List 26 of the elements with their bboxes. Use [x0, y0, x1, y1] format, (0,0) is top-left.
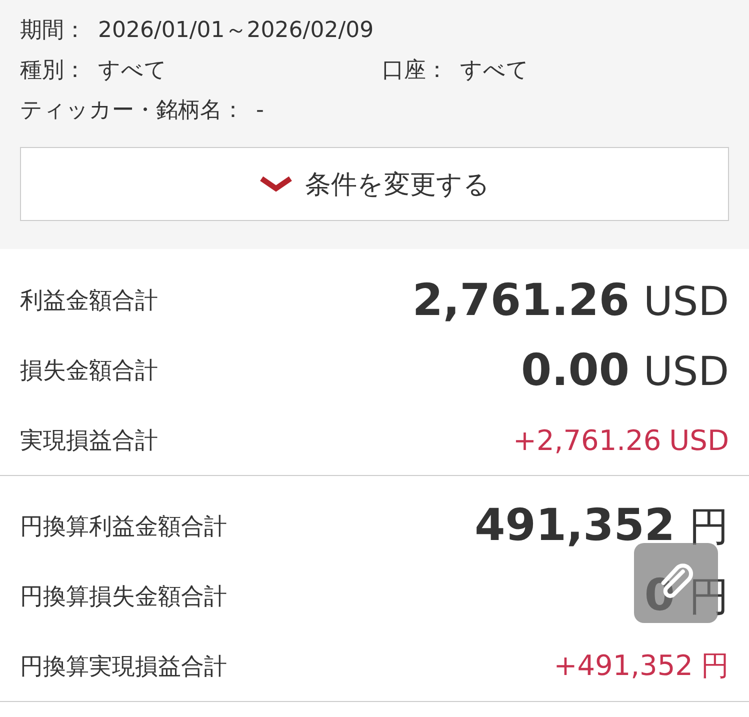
chevron-down-icon [259, 175, 293, 193]
amount: 491,352 [474, 500, 675, 550]
summary-label: 円換算利益金額合計 [20, 512, 227, 542]
condition-label: ティッカー・銘柄名： [20, 97, 244, 125]
currency-unit: 円 [701, 648, 729, 684]
amount: 0.00 [520, 344, 630, 396]
summary-label: 円換算損失金額合計 [20, 582, 227, 612]
condition-label: 種別： [20, 57, 86, 85]
amount: 2,761.26 [412, 274, 630, 326]
currency-unit: USD [669, 424, 729, 456]
amount: +2,761.26 [513, 424, 662, 456]
condition-value: 2026/01/01～2026/02/09 [98, 17, 374, 45]
currency-unit: USD [644, 278, 729, 324]
change-conditions-button[interactable]: 条件を変更する [20, 147, 729, 221]
condition-label: 口座： [382, 57, 448, 85]
summary-label: 円換算実現損益合計 [20, 652, 227, 682]
condition-value: - [256, 98, 264, 122]
currency-unit: USD [644, 348, 729, 394]
summary-label: 利益金額合計 [20, 286, 158, 316]
condition-value: すべて [460, 57, 529, 85]
summary-label: 損失金額合計 [20, 356, 158, 386]
condition-label: 期間： [20, 17, 86, 45]
summary-label: 実現損益合計 [20, 426, 158, 456]
amount: +491,352 [554, 649, 693, 682]
currency-unit: 円 [689, 502, 729, 552]
condition-value: すべて [98, 57, 167, 85]
